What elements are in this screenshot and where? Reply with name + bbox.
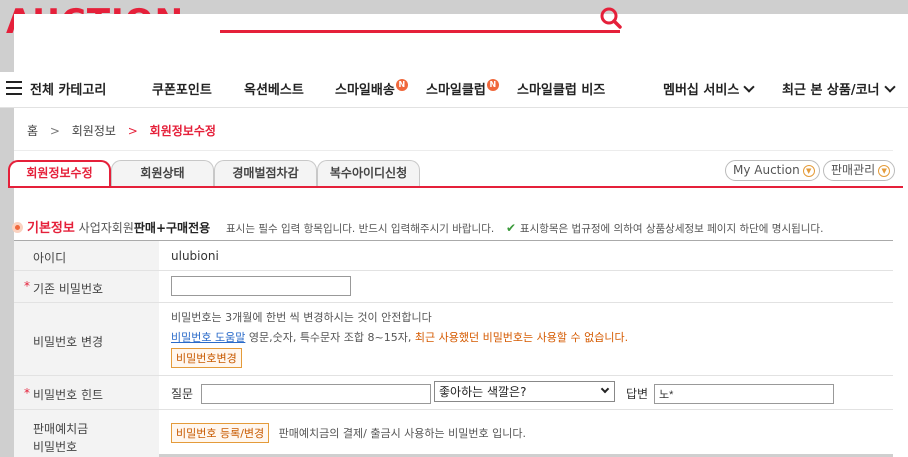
nav-item-smile-delivery[interactable]: 스마일배송 N: [335, 79, 408, 98]
breadcrumb: 홈 > 회원정보 > 회원정보수정: [27, 122, 224, 139]
current-password-label: 기존 비밀번호: [33, 282, 104, 296]
password-help-link[interactable]: 비밀번호 도움말: [171, 331, 245, 344]
answer-input[interactable]: [654, 384, 834, 404]
change-password-label: 비밀번호 변경: [33, 335, 104, 349]
tab-edit-member-info[interactable]: 회원정보수정: [8, 160, 111, 187]
tab-auction-penalty[interactable]: 경매벌점차감: [214, 160, 317, 187]
divider: [14, 150, 893, 151]
legal-note: 표시항목은 법규정에 의하여 상품상세정보 페이지 하단에 명시됩니다.: [519, 223, 824, 235]
chevron-down-icon: [743, 81, 755, 93]
membership-service-menu[interactable]: 멤버십 서비스: [663, 79, 755, 98]
nav-item-coupon-point[interactable]: 쿠폰포인트: [152, 79, 212, 98]
form-label-cell: * 기존 비밀번호: [14, 271, 159, 302]
id-label: 아이디: [33, 251, 67, 265]
required-mark: *: [24, 386, 30, 400]
form-row-deposit-password: 판매예치금 비밀번호 비밀번호 등록/변경 판매예치금의 결제/ 출금시 사용하…: [14, 410, 893, 457]
nav-item-smile-club[interactable]: 스마일클럽 N: [426, 79, 499, 98]
deposit-description: 판매예치금의 결제/ 출금시 사용하는 비밀번호 입니다.: [278, 427, 526, 440]
form-row-id: 아이디 ulubioni: [14, 241, 893, 271]
all-categories-link[interactable]: 전체 카테고리: [30, 79, 106, 98]
question-select-value: 좋아하는 색깔은?: [439, 385, 527, 399]
tab-member-status[interactable]: 회원상태: [111, 160, 214, 187]
id-value: ulubioni: [171, 249, 219, 263]
required-note: 표시는 필수 입력 항목입니다. 반드시 입력해주시기 바랍니다.: [226, 223, 495, 235]
section-heading: 기본정보: [27, 221, 75, 236]
breadcrumb-home[interactable]: 홈: [27, 124, 38, 138]
nav-item-label: 스마일배송: [335, 83, 395, 98]
chevron-down-icon: ▼: [802, 164, 815, 177]
tab-multiple-id[interactable]: 복수아이디신청: [317, 160, 420, 187]
password-rule: 영문,숫자, 특수문자 조합 8~15자,: [248, 331, 412, 344]
deposit-label: 판매예치금: [33, 422, 89, 436]
my-auction-label: My Auction: [733, 163, 800, 177]
change-password-button[interactable]: 비밀번호변경: [171, 348, 242, 368]
form-row-password-hint: * 비밀번호 힌트 질문 좋아하는 색깔은? 답변: [14, 376, 893, 410]
breadcrumb-member-info[interactable]: 회원정보: [72, 124, 116, 138]
member-purpose: 판매+구매전용: [133, 221, 211, 235]
recent-products-menu[interactable]: 최근 본 상품/코너: [782, 79, 896, 98]
form-label-cell: 판매예치금 비밀번호: [14, 410, 159, 457]
form-label-cell: 비밀번호 변경: [14, 303, 159, 375]
section-title: 기본정보 사업자회원판매+구매전용 표시는 필수 입력 항목입니다. 반드시 입…: [12, 217, 823, 236]
search-icon[interactable]: [599, 6, 623, 30]
question-label: 질문: [171, 387, 194, 401]
nav-item-label: 옥션베스트: [244, 83, 304, 98]
breadcrumb-separator-icon: >: [49, 124, 60, 138]
chevron-down-icon: [883, 81, 896, 93]
form-row-current-password: * 기존 비밀번호: [14, 271, 893, 303]
form-row-change-password: 비밀번호 변경 비밀번호는 3개월에 한번 씩 변경하시는 것이 안전합니다 비…: [14, 303, 893, 376]
nav-item-label: 쿠폰포인트: [152, 83, 212, 98]
current-password-input[interactable]: [171, 276, 351, 296]
nav-item-label: 스마일클럽 비즈: [517, 83, 606, 98]
password-warning: 최근 사용했던 비밀번호는 사용할 수 없습니다.: [414, 331, 629, 344]
chevron-down-icon: [600, 384, 610, 394]
nav-item-label: 스마일클럽: [426, 83, 486, 98]
form-label-cell: 아이디: [14, 241, 159, 270]
global-nav: 전체 카테고리 쿠폰포인트 옥션베스트 스마일배송 N 스마일클럽 N 스마일클럽 …: [0, 72, 908, 108]
deposit-label-2: 비밀번호: [33, 440, 78, 454]
breadcrumb-current: 회원정보수정: [149, 124, 216, 138]
password-change-wrap: 비밀번호변경: [171, 348, 242, 368]
chevron-down-icon: ▼: [878, 164, 891, 177]
member-info-form: 아이디 ulubioni * 기존 비밀번호 비밀번호 변경 비밀번호는 3개월에…: [14, 240, 893, 457]
sales-manage-label: 판매관리: [831, 163, 876, 177]
question-select[interactable]: 좋아하는 색깔은?: [434, 381, 615, 402]
bullet-icon: [12, 222, 23, 233]
hamburger-menu-icon[interactable]: [6, 81, 22, 95]
membership-label: 멤버십 서비스: [663, 83, 740, 98]
nav-item-smile-club-biz[interactable]: 스마일클럽 비즈: [517, 79, 605, 98]
new-badge: N: [395, 79, 408, 91]
password-tip: 비밀번호는 3개월에 한번 씩 변경하시는 것이 안전합니다: [171, 311, 432, 324]
answer-label: 답변: [626, 387, 649, 401]
required-mark: *: [24, 279, 30, 293]
question-input[interactable]: [201, 384, 431, 404]
tab-underline: [8, 186, 903, 188]
new-badge: N: [486, 79, 499, 91]
password-hint-label: 비밀번호 힌트: [33, 388, 104, 402]
member-type: 사업자회원: [78, 221, 134, 235]
breadcrumb-separator-icon: >: [127, 124, 138, 138]
my-auction-button[interactable]: My Auction ▼: [725, 160, 820, 181]
password-rule-line: 비밀번호 도움말 영문,숫자, 특수문자 조합 8~15자, 최근 사용했던 비…: [171, 329, 628, 345]
deposit-password-button[interactable]: 비밀번호 등록/변경: [171, 423, 270, 443]
deposit-line: 비밀번호 등록/변경 판매예치금의 결제/ 출금시 사용하는 비밀번호 입니다.: [171, 423, 526, 443]
check-icon: ✔: [506, 221, 517, 235]
nav-item-auction-best[interactable]: 옥션베스트: [244, 79, 304, 98]
search-input[interactable]: [220, 30, 620, 33]
recent-label: 최근 본 상품/코너: [782, 83, 880, 98]
form-label-cell: * 비밀번호 힌트: [14, 376, 159, 409]
sales-manage-button[interactable]: 판매관리 ▼: [823, 160, 896, 181]
